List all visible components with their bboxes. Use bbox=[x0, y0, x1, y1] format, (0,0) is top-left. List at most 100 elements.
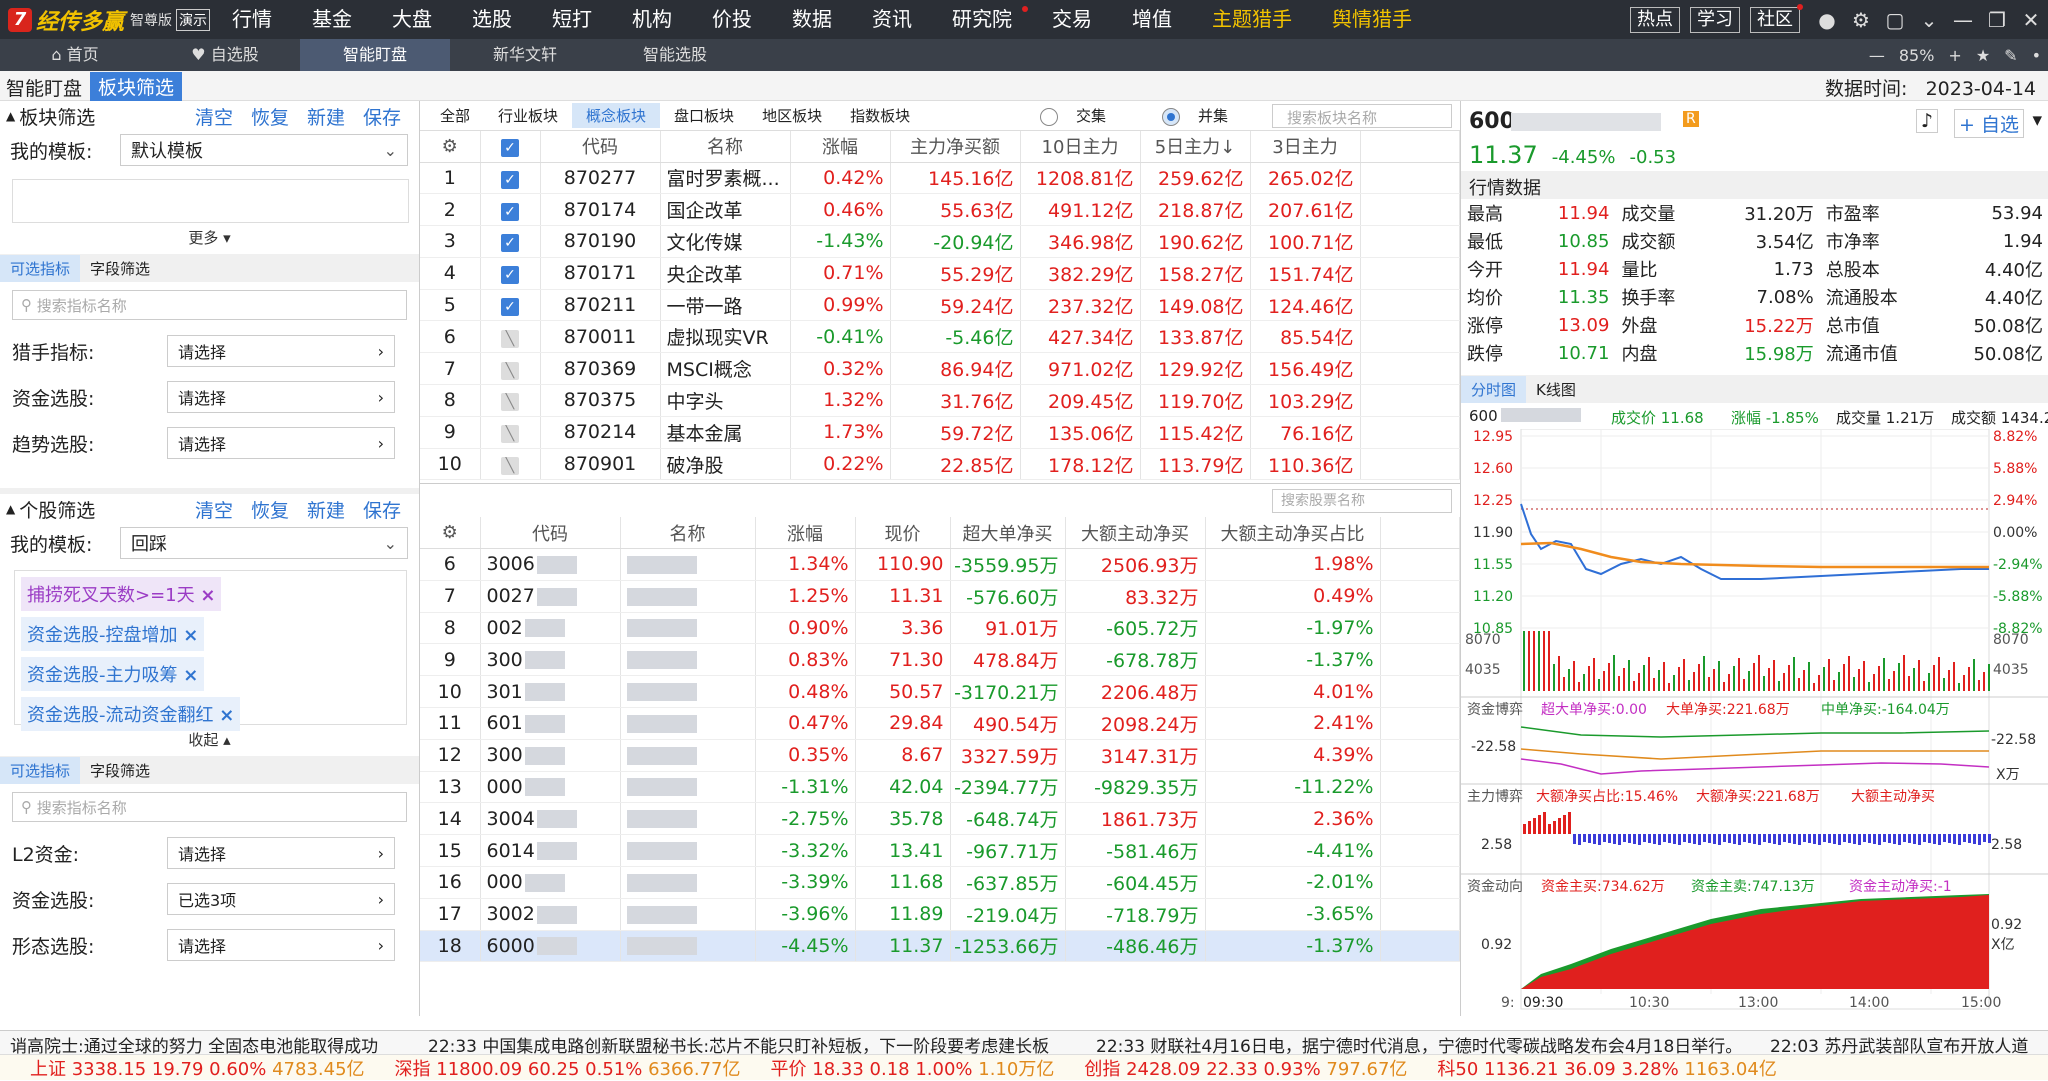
nav-item[interactable]: 选股 bbox=[452, 0, 532, 39]
col-header[interactable]: 超大单净买 bbox=[950, 517, 1066, 549]
col-header[interactable]: 大额主动净买 bbox=[1065, 517, 1206, 549]
index-item[interactable]: 深指 11800.09 60.25 0.51% 6366.77亿 bbox=[395, 1055, 741, 1081]
user-icon[interactable]: ● bbox=[1810, 8, 1844, 32]
restore-button[interactable]: 恢复 bbox=[251, 496, 289, 523]
tab-indicators[interactable]: 可选指标 bbox=[0, 756, 81, 784]
tab-fields[interactable]: 字段筛选 bbox=[80, 757, 160, 784]
table-row[interactable]: 16 000 -3.39% 11.68 -637.85万 -604.45万 -2.01% bbox=[420, 866, 1460, 899]
col-header[interactable]: 10日主力 bbox=[1020, 131, 1141, 163]
col-header[interactable]: 3日主力 bbox=[1250, 131, 1361, 163]
tab-indicators[interactable]: 可选指标 bbox=[0, 254, 81, 282]
sector-search-input[interactable]: 搜索板块名称 bbox=[1272, 103, 1452, 128]
pick-select[interactable]: 请选择 › bbox=[167, 837, 395, 869]
table-row[interactable]: 17 3002 -3.96% 11.89 -219.04万 -718.79万 -3.65% bbox=[420, 898, 1460, 931]
row-checkbox[interactable]: ╲ bbox=[480, 352, 541, 386]
pick-select[interactable]: 已选3项 › bbox=[167, 883, 395, 915]
gear-icon[interactable]: ⚙ bbox=[1844, 8, 1878, 32]
clear-button[interactable]: 清空 bbox=[195, 103, 233, 130]
more-toggle[interactable]: 更多 ▾ bbox=[0, 227, 419, 248]
news-item[interactable]: 22:33 财联社4月16日电，据宁德时代消息，宁德时代零碳战略发布会4月18日… bbox=[1096, 1032, 1742, 1054]
table-row[interactable]: 8 002 0.90% 3.36 91.01万 -605.72万 -1.97% bbox=[420, 612, 1460, 645]
stock-search-input[interactable]: 搜索股票名称 bbox=[1272, 489, 1452, 514]
sector-filter-tab[interactable]: 板块筛选 bbox=[90, 72, 183, 101]
sector-tab[interactable]: 全部 bbox=[426, 103, 484, 128]
chevron-down-icon[interactable]: ⌄ bbox=[1912, 8, 1946, 32]
row-checkbox[interactable]: ╲ bbox=[480, 416, 541, 449]
news-item[interactable]: 22:33 中国集成电路创新联盟秘书长:芯片不能只盯补短板，下一阶段要考虑建长板 bbox=[428, 1032, 1049, 1054]
tab-watchlist[interactable]: ♥ 自选股 bbox=[150, 39, 300, 71]
row-checkbox[interactable]: ✓ bbox=[480, 162, 541, 195]
nav-item[interactable]: 主题猎手 bbox=[1192, 0, 1312, 39]
layout-icon[interactable]: ▢ bbox=[1878, 8, 1912, 32]
nav-item[interactable]: 增值 bbox=[1112, 0, 1192, 39]
row-checkbox[interactable]: ╲ bbox=[480, 384, 541, 417]
news-item[interactable]: 诮高院士:通过全球的努力 全固态电池能取得成功 bbox=[10, 1032, 378, 1054]
sector-tab[interactable]: 行业板块 bbox=[484, 103, 572, 128]
clear-button[interactable]: 清空 bbox=[195, 496, 233, 523]
nav-item[interactable]: 大盘 bbox=[372, 0, 452, 39]
indicator-search-input[interactable]: ⚲ 搜索指标名称 bbox=[12, 792, 407, 822]
condition-tag[interactable]: 资金选股-控盘增加 × bbox=[21, 617, 205, 651]
dropdown-icon[interactable]: ▾ bbox=[2032, 109, 2042, 131]
index-item[interactable]: 平价 18.33 0.18 1.00% 1.10万亿 bbox=[771, 1055, 1055, 1081]
tab-kline[interactable]: K线图 bbox=[1526, 376, 1586, 403]
new-button[interactable]: 新建 bbox=[307, 103, 345, 130]
tab-home[interactable]: ⌂ 首页 bbox=[0, 39, 150, 71]
sector-tab[interactable]: 指数板块 bbox=[836, 103, 924, 128]
table-row[interactable]: 3 ✓ 870190 文化传媒 -1.43% -20.94亿 346.98亿 190.62亿 1… bbox=[420, 225, 1460, 258]
row-checkbox[interactable]: ╲ bbox=[480, 448, 541, 481]
col-header[interactable]: 主力净买额 bbox=[890, 131, 1021, 163]
col-header[interactable]: 代码 bbox=[540, 131, 661, 163]
table-row[interactable]: 4 ✓ 870171 央企改革 0.71% 55.29亿 382.29亿 158.27亿 151… bbox=[420, 257, 1460, 290]
row-checkbox[interactable]: ✓ bbox=[480, 193, 541, 227]
nav-item[interactable]: 交易 bbox=[1032, 0, 1112, 39]
col-header[interactable]: 代码 bbox=[480, 517, 621, 549]
union-radio[interactable]: 并集 bbox=[1148, 103, 1256, 128]
star-icon[interactable]: ★ bbox=[1969, 46, 1997, 65]
nav-item-research[interactable]: 研究院 bbox=[932, 0, 1032, 39]
select-all-checkbox[interactable]: ✓ bbox=[480, 131, 541, 163]
table-row[interactable]: 13 000 -1.31% 42.04 -2394.77万 -9829.35万 -11.22… bbox=[420, 771, 1460, 804]
tab-xinhua[interactable]: 新华文轩 bbox=[450, 39, 600, 71]
nav-item[interactable]: 数据 bbox=[772, 0, 852, 39]
indicator-search-input[interactable]: ⚲ 搜索指标名称 bbox=[12, 290, 407, 320]
sector-tab[interactable]: 地区板块 bbox=[748, 103, 836, 128]
save-button[interactable]: 保存 bbox=[363, 103, 401, 130]
row-checkbox[interactable]: ✓ bbox=[480, 257, 541, 290]
template-select[interactable]: 回踩 ⌄ bbox=[120, 527, 408, 559]
table-row[interactable]: 8 ╲ 870375 中字头 1.32% 31.76亿 209.45亿 119.70亿 103.… bbox=[420, 384, 1460, 417]
tab-smart-pick[interactable]: 智能选股 bbox=[600, 39, 750, 71]
close-icon[interactable]: × bbox=[183, 665, 198, 686]
pen-icon[interactable]: ✎ bbox=[1997, 46, 2024, 65]
nav-item[interactable]: 舆情猎手 bbox=[1312, 0, 1432, 39]
news-item[interactable]: 22:03 苏丹武装部队宣布开放人道 bbox=[1770, 1032, 2028, 1054]
hot-button[interactable]: 热点 bbox=[1630, 6, 1680, 33]
collapse-icon[interactable]: ▲ bbox=[6, 109, 15, 123]
new-button[interactable]: 新建 bbox=[307, 496, 345, 523]
table-row[interactable]: 14 3004 -2.75% 35.78 -648.74万 1861.73万 2.36% bbox=[420, 802, 1460, 836]
collapse-icon[interactable]: ▲ bbox=[6, 502, 15, 516]
smart-watch-label[interactable]: 智能盯盘 bbox=[6, 74, 82, 101]
nav-item[interactable]: 价投 bbox=[692, 0, 772, 39]
table-row[interactable]: 6 ╲ 870011 虚拟现实VR -0.41% -5.46亿 427.34亿 133.87亿… bbox=[420, 320, 1460, 354]
condition-tag[interactable]: 资金选股-流动资金翻红 × bbox=[21, 697, 241, 731]
col-header[interactable]: 名称 bbox=[660, 131, 791, 163]
table-row[interactable]: 10 301 0.48% 50.57 -3170.21万 2206.48万 4.01% bbox=[420, 675, 1460, 708]
table-row[interactable]: 7 ╲ 870369 MSCI概念 0.32% 86.94亿 971.02亿 129.92亿 1… bbox=[420, 352, 1460, 386]
close-icon[interactable]: ✕ bbox=[2014, 8, 2048, 32]
table-row[interactable]: 1 ✓ 870277 富时罗素概... 0.42% 145.16亿 1208.81亿 259.… bbox=[420, 162, 1460, 195]
table-row[interactable]: 9 ╲ 870214 基本金属 1.73% 59.72亿 135.06亿 115.42亿 76.… bbox=[420, 416, 1460, 449]
bell-icon[interactable]: ♪ bbox=[1915, 109, 1938, 133]
index-item[interactable]: 上证 3338.15 19.79 0.60% 4783.45亿 bbox=[30, 1055, 365, 1081]
row-checkbox[interactable]: ╲ bbox=[480, 320, 541, 354]
condition-tag[interactable]: 捕捞死叉天数>=1天 × bbox=[21, 577, 222, 611]
learn-button[interactable]: 学习 bbox=[1690, 6, 1740, 33]
col-header[interactable]: 大额主动净买占比 bbox=[1205, 517, 1381, 549]
index-item[interactable]: 科50 1136.21 36.09 3.28% 1163.04亿 bbox=[1437, 1055, 1776, 1081]
table-row[interactable]: 12 300 0.35% 8.67 3327.59万 3147.31万 4.39% bbox=[420, 739, 1460, 772]
pick-select[interactable]: 请选择 › bbox=[167, 335, 395, 367]
table-row[interactable]: 18 6000 -4.45% 11.37 -1253.66万 -486.46万 -1.37% bbox=[420, 930, 1460, 963]
pin-icon[interactable]: • bbox=[2025, 46, 2048, 65]
minimize-icon[interactable]: — bbox=[1946, 8, 1980, 32]
add-watch-button[interactable]: + 自选 bbox=[1954, 109, 2024, 138]
